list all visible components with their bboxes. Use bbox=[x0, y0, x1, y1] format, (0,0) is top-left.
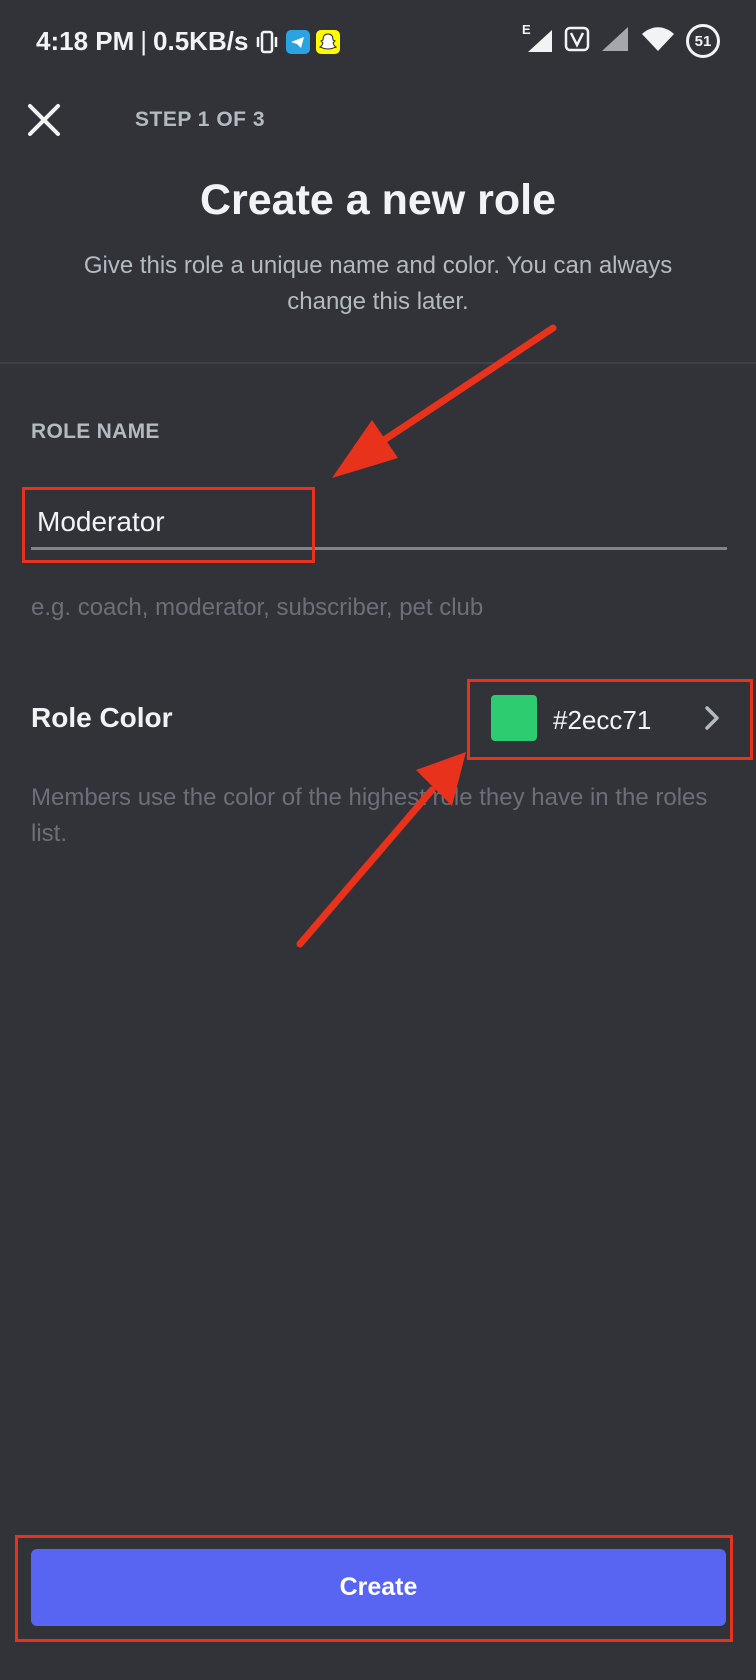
status-separator: | bbox=[140, 26, 148, 56]
battery-icon: 51 bbox=[686, 24, 720, 58]
color-hex-value: #2ecc71 bbox=[553, 705, 652, 735]
role-name-helper: e.g. coach, moderator, subscriber, pet c… bbox=[31, 594, 484, 621]
signal-icon: E bbox=[520, 22, 554, 56]
close-icon bbox=[28, 104, 60, 136]
annotation-arrow-role-name bbox=[332, 324, 557, 478]
battery-level: 51 bbox=[694, 32, 712, 50]
page-subtitle: Give this role a unique name and color. … bbox=[83, 252, 673, 315]
color-swatch bbox=[491, 695, 537, 741]
role-name-label: ROLE NAME bbox=[31, 420, 160, 443]
status-bar: 4:18 PM | 0.5KB/s E 51 bbox=[0, 0, 756, 86]
signal-icon-2 bbox=[600, 25, 630, 58]
close-button[interactable] bbox=[24, 100, 64, 140]
create-button[interactable]: Create bbox=[31, 1549, 726, 1626]
telegram-icon bbox=[286, 29, 311, 54]
role-color-helper: Members use the color of the highest rol… bbox=[31, 784, 708, 847]
role-name-input[interactable] bbox=[31, 496, 727, 550]
role-color-label: Role Color bbox=[31, 702, 173, 733]
role-color-row: Role Color #2ecc71 bbox=[31, 690, 731, 750]
chevron-right-icon bbox=[705, 706, 719, 730]
vibrate-icon bbox=[254, 29, 280, 55]
step-indicator: STEP 1 OF 3 bbox=[135, 108, 265, 131]
wifi-icon bbox=[640, 25, 676, 58]
status-right: E 51 bbox=[520, 22, 720, 58]
status-net-speed: 0.5KB/s bbox=[153, 26, 249, 56]
status-left: 4:18 PM | 0.5KB/s bbox=[36, 26, 341, 57]
volte-icon bbox=[564, 26, 590, 57]
page-title: Create a new role bbox=[199, 176, 557, 224]
status-time: 4:18 PM bbox=[36, 26, 135, 56]
create-role-screen: 4:18 PM | 0.5KB/s E 51 STEP 1 OF 3 Creat… bbox=[0, 0, 756, 1680]
role-color-picker[interactable]: #2ecc71 bbox=[471, 690, 731, 750]
snapchat-icon bbox=[316, 29, 341, 54]
divider bbox=[0, 362, 756, 364]
